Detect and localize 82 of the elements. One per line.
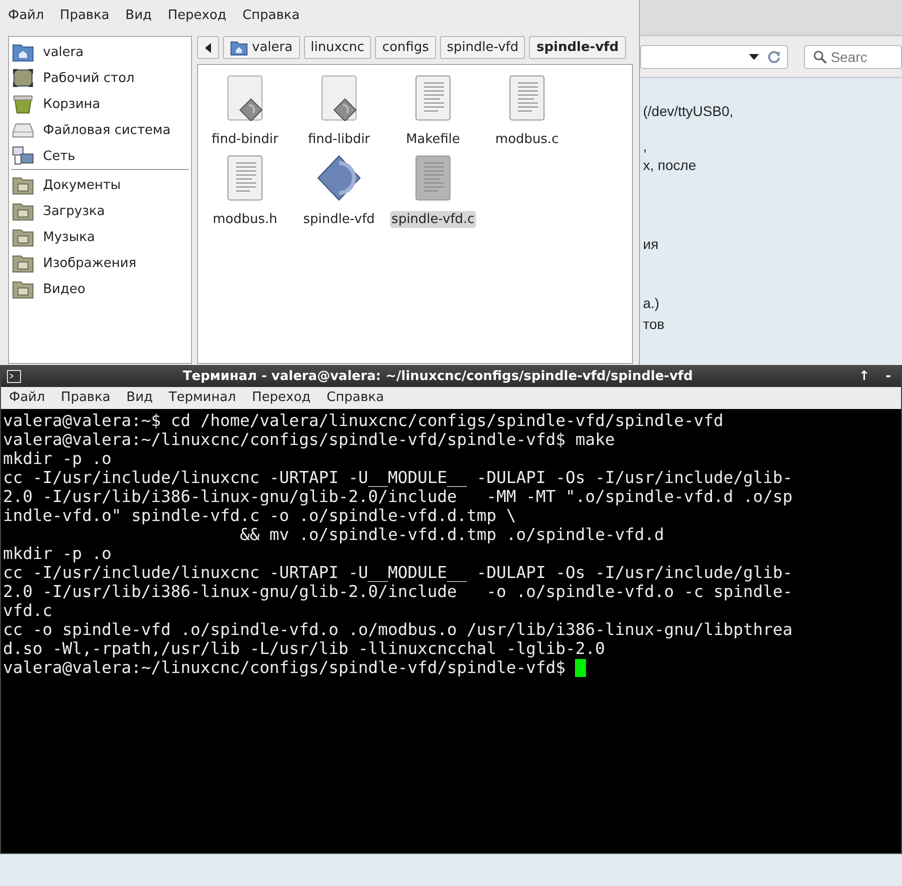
file-name[interactable]: spindle-vfd.c (390, 211, 476, 228)
menu-item[interactable]: Правка (52, 8, 118, 28)
left-arrow-icon (205, 42, 211, 52)
sidebar-item[interactable]: Документы (9, 172, 191, 198)
text-file-icon[interactable] (507, 75, 547, 121)
page-text: , (643, 138, 647, 154)
executable-file-icon[interactable] (317, 155, 361, 201)
script-file-icon[interactable] (319, 75, 359, 121)
path-button[interactable]: valera (223, 36, 300, 59)
terminal-line: 2.0 -I/usr/lib/i386-linux-gnu/glib-2.0/include -MM -MT ".o/spindle-vfd.d .o/sp (3, 487, 794, 506)
folder-icon (12, 227, 34, 247)
text-file-icon[interactable] (413, 75, 453, 121)
terminal-line: && mv .o/spindle-vfd.d.tmp .o/spindle-vfd.d (238, 525, 666, 544)
trash-icon (12, 94, 34, 114)
sidebar-item[interactable]: valera (9, 39, 191, 65)
terminal-line: valera@valera:~/linuxcnc/configs/spindle-vfd/spindle-vfd$ make (3, 430, 616, 449)
sidebar-item[interactable]: Рабочий стол (9, 65, 191, 91)
script-file-icon[interactable] (225, 75, 265, 121)
terminal-line: cc -I/usr/include/linuxcnc -URTAPI -U__MODULE__ -DULAPI -Os -I/usr/include/glib- (3, 468, 794, 487)
folder-icon (12, 279, 34, 299)
terminal-line: cc -I/usr/include/linuxcnc -URTAPI -U__MODULE__ -DULAPI -Os -I/usr/include/glib- (3, 563, 794, 582)
sidebar-item[interactable]: Изображения (9, 250, 191, 276)
sidebar-item[interactable]: Видео (9, 276, 191, 302)
terminal-line: valera@valera:~$ cd /home/valera/linuxcnc/configs/spindle-vfd/spindle-vfd (3, 411, 724, 430)
page-text: ия (643, 236, 658, 252)
menu-item[interactable]: Терминал (160, 390, 244, 409)
menu-item[interactable]: Переход (244, 390, 319, 409)
menu-item[interactable]: Справка (234, 8, 308, 28)
folder-icon (12, 42, 34, 62)
search-field[interactable]: Searc (804, 44, 902, 68)
terminal-line: mkdir -p .o (3, 544, 113, 563)
sidebar-item[interactable]: Корзина (9, 91, 191, 117)
terminal-prompt: valera@valera:~/linuxcnc/configs/spindle-vfd/spindle-vfd$ (3, 658, 566, 677)
menu-item[interactable]: Файл (0, 8, 52, 28)
file-name[interactable]: Makefile (404, 131, 462, 148)
path-button[interactable]: configs (375, 36, 436, 59)
menu-item[interactable]: Справка (318, 390, 392, 409)
menu-item[interactable]: Вид (118, 390, 161, 409)
terminal-line: d.so -Wl,-rpath,/usr/lib -L/usr/lib -llinuxcncchal -lglib-2.0 (3, 639, 606, 658)
title-bar-button[interactable]: - (882, 369, 895, 384)
file-name[interactable]: modbus.c (493, 131, 561, 148)
terminal-line: 2.0 -I/usr/lib/i386-linux-gnu/glib-2.0/include -o .o/spindle-vfd.o -c spindle- (3, 582, 794, 601)
terminal-line: mkdir -p .o (3, 449, 113, 468)
sidebar-item[interactable]: Музыка (9, 224, 191, 250)
file-name[interactable]: find-bindir (210, 131, 280, 148)
reload-icon[interactable] (766, 50, 781, 64)
terminal-line: indle-vfd.o" spindle-vfd.c -o .o/spindle-vfd.d.tmp \ (3, 506, 518, 525)
window-title: Терминал - valera@valera: ~/linuxcnc/configs/spindle-vfd/spindle-vfd (182, 369, 694, 384)
page-text: х, после (643, 157, 696, 173)
menu-item[interactable]: Вид (117, 8, 160, 28)
back-button[interactable] (197, 36, 219, 59)
terminal-icon (7, 370, 21, 383)
title-bar-button[interactable]: ↑ (854, 369, 874, 384)
terminal-line: vfd.c (3, 601, 54, 620)
text-file-icon[interactable] (225, 155, 265, 201)
network-icon (12, 146, 34, 166)
menu-item[interactable]: Переход (160, 8, 234, 28)
folder-icon (230, 40, 248, 56)
page-text: тов (643, 316, 664, 332)
desktop-icon (12, 68, 34, 88)
file-name[interactable]: spindle-vfd (301, 211, 377, 228)
folder-icon (12, 253, 34, 273)
menu-item[interactable]: Файл (1, 390, 53, 409)
search-icon (812, 50, 827, 64)
address-field[interactable] (640, 44, 788, 68)
selected-text-file-icon[interactable] (413, 155, 453, 201)
path-button[interactable]: spindle-vfd (440, 36, 526, 59)
file-name[interactable]: find-libdir (306, 131, 372, 148)
caret-icon[interactable] (748, 52, 759, 60)
search-placeholder: Searc (830, 48, 868, 64)
sidebar-item[interactable]: Загрузка (9, 198, 191, 224)
path-button[interactable]: spindle-vfd (529, 36, 626, 59)
folder-icon (12, 201, 34, 221)
folder-icon (12, 175, 34, 195)
sidebar-item[interactable]: Файловая система (9, 117, 191, 143)
menu-item[interactable]: Правка (52, 390, 118, 409)
sidebar-item[interactable]: Сеть (9, 143, 191, 169)
page-text: а.) (643, 295, 660, 311)
file-name[interactable]: modbus.h (210, 211, 280, 228)
path-button[interactable]: linuxcnc (304, 36, 372, 59)
page-text: (/dev/ttyUSB0, (643, 103, 734, 119)
terminal-line: cc -o spindle-vfd .o/spindle-vfd.o .o/modbus.o /usr/lib/i386-linux-gnu/libpthrea (3, 620, 794, 639)
